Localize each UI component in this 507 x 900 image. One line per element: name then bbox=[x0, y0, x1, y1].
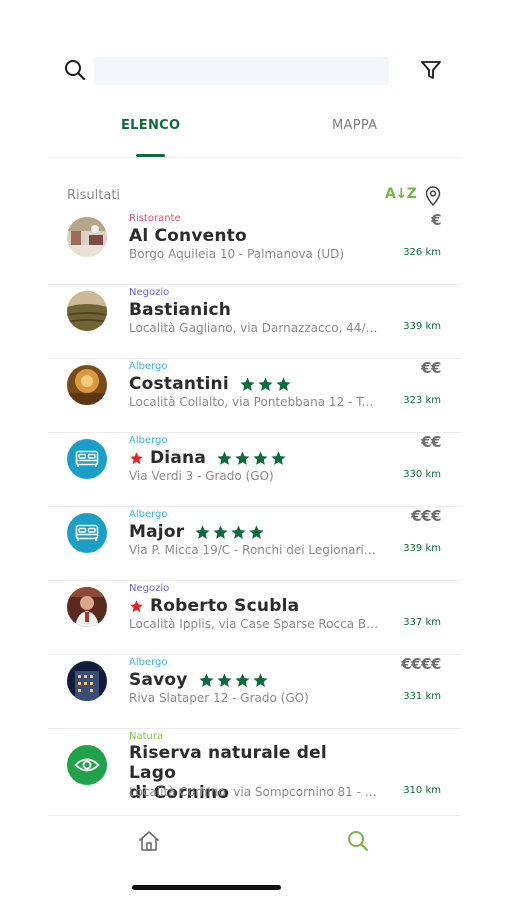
price-level: €€€€ bbox=[401, 655, 441, 673]
star-icon bbox=[271, 450, 286, 465]
star-icon bbox=[252, 672, 268, 687]
search-bar bbox=[48, 52, 461, 88]
item-distance: 337 km bbox=[403, 617, 441, 628]
item-name: Costantini bbox=[129, 374, 292, 394]
tab-mappa[interactable]: MAPPA bbox=[332, 118, 377, 133]
category-label: Albergo bbox=[129, 509, 168, 520]
star-icon bbox=[195, 524, 210, 539]
bottom-navigation bbox=[48, 815, 461, 867]
item-distance: 331 km bbox=[403, 691, 441, 702]
rating-stars bbox=[216, 450, 287, 467]
results-header: Risultati A↓Z bbox=[48, 184, 461, 210]
list-item[interactable]: Albergo Diana Via Verdi 3 - Grado (GO) €… bbox=[48, 433, 461, 507]
star-icon bbox=[276, 376, 291, 391]
item-address: Via Verdi 3 - Grado (GO) bbox=[129, 469, 274, 483]
item-address: Località Ipplis, via Case Sparse Rocca B… bbox=[129, 617, 379, 631]
price-level: € bbox=[431, 211, 441, 229]
star-icon bbox=[213, 524, 228, 539]
star-icon bbox=[216, 672, 232, 687]
item-name: Bastianich bbox=[129, 300, 231, 320]
category-label: Negozio bbox=[129, 583, 170, 594]
night-building-photo bbox=[67, 661, 107, 701]
item-address: Riva Slataper 12 - Grado (GO) bbox=[129, 691, 309, 705]
item-address: Borgo Aquileia 10 - Palmanova (UD) bbox=[129, 247, 345, 261]
category-label: Ristorante bbox=[129, 213, 181, 224]
rating-stars bbox=[239, 376, 292, 393]
price-level: €€ bbox=[421, 359, 441, 377]
star-icon bbox=[249, 524, 264, 539]
category-label: Negozio bbox=[129, 287, 170, 298]
sort-az-button[interactable]: A↓Z bbox=[385, 186, 417, 202]
view-tabs: ELENCO MAPPA bbox=[48, 108, 461, 158]
star-icon bbox=[231, 524, 246, 539]
list-item[interactable]: Albergo Major Via P. Micca 19/C - Ronchi… bbox=[48, 507, 461, 581]
item-title: Al Convento bbox=[129, 226, 247, 246]
eye-icon bbox=[67, 745, 107, 785]
tab-elenco[interactable]: ELENCO bbox=[121, 118, 180, 133]
star-icon bbox=[253, 450, 268, 465]
location-pin-icon[interactable] bbox=[424, 185, 442, 207]
category-label: Natura bbox=[129, 731, 164, 742]
item-name: Roberto Scubla bbox=[129, 596, 299, 616]
item-title: Diana bbox=[150, 448, 206, 468]
rating-stars bbox=[198, 672, 269, 689]
price-level: €€€ bbox=[411, 507, 441, 525]
item-distance: 323 km bbox=[403, 395, 441, 406]
bed-icon bbox=[67, 513, 107, 553]
category-label: Albergo bbox=[129, 657, 168, 668]
restaurant-photo bbox=[67, 217, 107, 257]
list-item[interactable]: Ristorante Al Convento Borgo Aquileia 10… bbox=[48, 211, 461, 285]
item-name: Savoy bbox=[129, 670, 269, 690]
item-distance: 326 km bbox=[403, 247, 441, 258]
vineyard-photo bbox=[67, 291, 107, 331]
list-item[interactable]: Albergo Savoy Riva Slataper 12 - Grado (… bbox=[48, 655, 461, 729]
star-icon bbox=[235, 450, 250, 465]
item-distance: 330 km bbox=[403, 469, 441, 480]
category-label: Albergo bbox=[129, 435, 168, 446]
rating-stars bbox=[194, 524, 265, 541]
home-icon[interactable] bbox=[136, 828, 162, 854]
star-icon bbox=[217, 450, 232, 465]
price-level: €€ bbox=[421, 433, 441, 451]
item-distance: 339 km bbox=[403, 321, 441, 332]
item-title: Bastianich bbox=[129, 300, 232, 320]
star-icon bbox=[240, 376, 255, 391]
star-icon bbox=[258, 376, 273, 391]
hotel-lobby-photo bbox=[67, 365, 107, 405]
person-photo bbox=[67, 587, 107, 627]
search-input[interactable] bbox=[94, 57, 389, 85]
item-name: Al Convento bbox=[129, 226, 247, 246]
active-tab-indicator bbox=[136, 154, 165, 157]
item-address: Via P. Micca 19/C - Ronchi dei Legionari… bbox=[129, 543, 379, 557]
star-icon bbox=[234, 672, 250, 687]
list-item[interactable]: Negozio Bastianich Località Gagliano, vi… bbox=[48, 285, 461, 359]
app-screen: ELENCO MAPPA Risultati A↓Z Ristorante Al… bbox=[48, 0, 461, 900]
favorite-star-icon bbox=[130, 451, 143, 464]
item-title: Savoy bbox=[129, 670, 188, 690]
list-item[interactable]: Natura Riserva naturale del Lago di Corn… bbox=[48, 729, 461, 823]
item-name: Diana bbox=[129, 448, 287, 468]
filter-icon[interactable] bbox=[418, 57, 444, 83]
item-distance: 339 km bbox=[403, 543, 441, 554]
item-address: Località Cornino, via Sompcornino 81 - F… bbox=[129, 785, 379, 799]
item-title: Roberto Scubla bbox=[150, 596, 300, 616]
item-name: Major bbox=[129, 522, 265, 542]
category-label: Albergo bbox=[129, 361, 168, 372]
home-indicator-bar bbox=[132, 885, 281, 890]
item-title-line-1: Riserva naturale del Lago bbox=[129, 743, 327, 783]
results-label: Risultati bbox=[67, 188, 121, 203]
item-address: Località Collalto, via Pontebbana 12 - T… bbox=[129, 395, 379, 409]
item-title: Major bbox=[129, 522, 185, 542]
search-icon[interactable] bbox=[62, 57, 88, 83]
item-title: Costantini bbox=[129, 374, 229, 394]
favorite-star-icon bbox=[130, 599, 143, 612]
results-list: Ristorante Al Convento Borgo Aquileia 10… bbox=[48, 211, 461, 823]
item-address: Località Gagliano, via Darnazzacco, 44/2… bbox=[129, 321, 379, 335]
list-item[interactable]: Negozio Roberto Scubla Località Ipplis, … bbox=[48, 581, 461, 655]
item-distance: 310 km bbox=[403, 785, 441, 796]
search-icon[interactable] bbox=[345, 828, 371, 854]
bed-icon bbox=[67, 439, 107, 479]
list-item[interactable]: Albergo Costantini Località Collalto, vi… bbox=[48, 359, 461, 433]
star-icon bbox=[198, 672, 214, 687]
